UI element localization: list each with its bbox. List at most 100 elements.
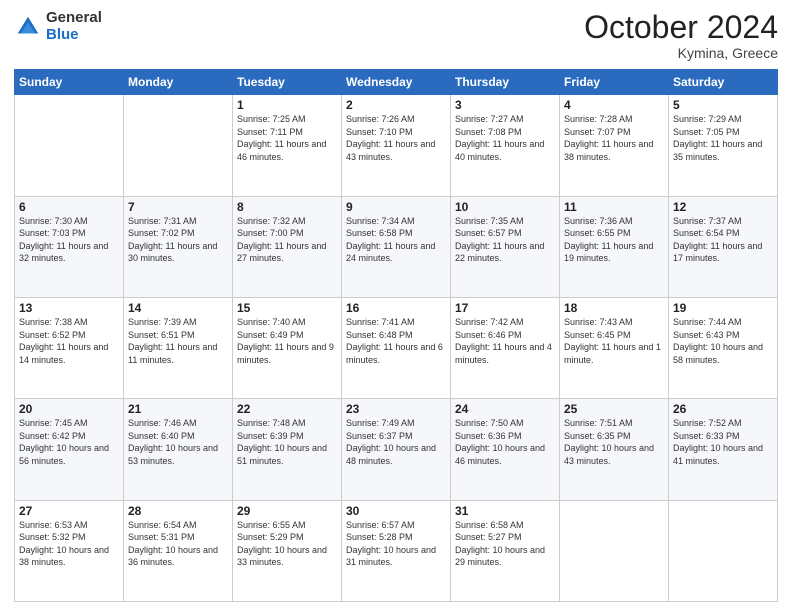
calendar-week-row: 6 Sunrise: 7:30 AM Sunset: 7:03 PM Daylig… [15, 196, 778, 297]
calendar-week-row: 20 Sunrise: 7:45 AM Sunset: 6:42 PM Dayli… [15, 399, 778, 500]
day-info: Sunrise: 7:27 AM Sunset: 7:08 PM Dayligh… [455, 114, 544, 162]
day-info: Sunrise: 7:32 AM Sunset: 7:00 PM Dayligh… [237, 216, 326, 264]
logo: General Blue [14, 10, 102, 43]
day-number: 4 [564, 98, 664, 112]
day-info: Sunrise: 7:30 AM Sunset: 7:03 PM Dayligh… [19, 216, 108, 264]
calendar-cell: 31 Sunrise: 6:58 AM Sunset: 5:27 PM Dayli… [451, 500, 560, 601]
day-number: 24 [455, 402, 555, 416]
page: General Blue October 2024 Kymina, Greece… [0, 0, 792, 612]
calendar-cell: 5Sunrise: 7:29 AM Sunset: 7:05 PM Daylig… [669, 95, 778, 196]
calendar-cell: 7 Sunrise: 7:31 AM Sunset: 7:02 PM Daylig… [124, 196, 233, 297]
calendar-cell: 21Sunrise: 7:46 AM Sunset: 6:40 PM Dayli… [124, 399, 233, 500]
calendar-day-header: Wednesday [342, 70, 451, 95]
day-info: Sunrise: 7:49 AM Sunset: 6:37 PM Dayligh… [346, 418, 436, 466]
day-number: 25 [564, 402, 664, 416]
calendar-cell: 28Sunrise: 6:54 AM Sunset: 5:31 PM Dayli… [124, 500, 233, 601]
calendar-cell: 19Sunrise: 7:44 AM Sunset: 6:43 PM Dayli… [669, 297, 778, 398]
day-number: 1 [237, 98, 337, 112]
calendar-cell: 23 Sunrise: 7:49 AM Sunset: 6:37 PM Dayli… [342, 399, 451, 500]
calendar-cell [124, 95, 233, 196]
day-info: Sunrise: 7:48 AM Sunset: 6:39 PM Dayligh… [237, 418, 327, 466]
calendar-cell: 15Sunrise: 7:40 AM Sunset: 6:49 PM Dayli… [233, 297, 342, 398]
day-number: 11 [564, 200, 664, 214]
day-number: 13 [19, 301, 119, 315]
calendar-cell: 9 Sunrise: 7:34 AM Sunset: 6:58 PM Daylig… [342, 196, 451, 297]
calendar-day-header: Saturday [669, 70, 778, 95]
day-number: 26 [673, 402, 773, 416]
calendar-cell: 1 Sunrise: 7:25 AM Sunset: 7:11 PM Daylig… [233, 95, 342, 196]
day-number: 15 [237, 301, 337, 315]
calendar-cell: 30Sunrise: 6:57 AM Sunset: 5:28 PM Dayli… [342, 500, 451, 601]
day-info: Sunrise: 7:52 AM Sunset: 6:33 PM Dayligh… [673, 418, 763, 466]
logo-icon [14, 13, 42, 41]
day-info: Sunrise: 7:41 AM Sunset: 6:48 PM Dayligh… [346, 317, 443, 365]
day-info: Sunrise: 7:28 AM Sunset: 7:07 PM Dayligh… [564, 114, 653, 162]
calendar-week-row: 27 Sunrise: 6:53 AM Sunset: 5:32 PM Dayli… [15, 500, 778, 601]
day-number: 10 [455, 200, 555, 214]
day-info: Sunrise: 6:57 AM Sunset: 5:28 PM Dayligh… [346, 520, 436, 568]
calendar-day-header: Tuesday [233, 70, 342, 95]
day-info: Sunrise: 6:53 AM Sunset: 5:32 PM Dayligh… [19, 520, 109, 568]
day-info: Sunrise: 7:25 AM Sunset: 7:11 PM Dayligh… [237, 114, 326, 162]
day-info: Sunrise: 7:34 AM Sunset: 6:58 PM Dayligh… [346, 216, 435, 264]
calendar-cell: 20 Sunrise: 7:45 AM Sunset: 6:42 PM Dayli… [15, 399, 124, 500]
calendar-cell: 4 Sunrise: 7:28 AM Sunset: 7:07 PM Daylig… [560, 95, 669, 196]
calendar-cell: 8 Sunrise: 7:32 AM Sunset: 7:00 PM Daylig… [233, 196, 342, 297]
calendar-cell: 12Sunrise: 7:37 AM Sunset: 6:54 PM Dayli… [669, 196, 778, 297]
calendar-cell: 11Sunrise: 7:36 AM Sunset: 6:55 PM Dayli… [560, 196, 669, 297]
day-number: 9 [346, 200, 446, 214]
day-number: 5 [673, 98, 773, 112]
calendar-cell: 25 Sunrise: 7:51 AM Sunset: 6:35 PM Dayli… [560, 399, 669, 500]
logo-text: General Blue [46, 10, 102, 43]
day-number: 16 [346, 301, 446, 315]
calendar-week-row: 13 Sunrise: 7:38 AM Sunset: 6:52 PM Dayli… [15, 297, 778, 398]
day-number: 6 [19, 200, 119, 214]
calendar-week-row: 1 Sunrise: 7:25 AM Sunset: 7:11 PM Daylig… [15, 95, 778, 196]
day-info: Sunrise: 7:31 AM Sunset: 7:02 PM Dayligh… [128, 216, 217, 264]
day-number: 12 [673, 200, 773, 214]
calendar-cell: 6 Sunrise: 7:30 AM Sunset: 7:03 PM Daylig… [15, 196, 124, 297]
logo-blue: Blue [46, 27, 102, 44]
day-number: 19 [673, 301, 773, 315]
calendar-cell: 24Sunrise: 7:50 AM Sunset: 6:36 PM Dayli… [451, 399, 560, 500]
day-info: Sunrise: 7:45 AM Sunset: 6:42 PM Dayligh… [19, 418, 109, 466]
day-number: 17 [455, 301, 555, 315]
calendar-cell: 13 Sunrise: 7:38 AM Sunset: 6:52 PM Dayli… [15, 297, 124, 398]
calendar-cell: 2Sunrise: 7:26 AM Sunset: 7:10 PM Daylig… [342, 95, 451, 196]
day-number: 29 [237, 504, 337, 518]
day-number: 7 [128, 200, 228, 214]
calendar-cell: 10 Sunrise: 7:35 AM Sunset: 6:57 PM Dayli… [451, 196, 560, 297]
logo-general: General [46, 10, 102, 27]
calendar-day-header: Monday [124, 70, 233, 95]
day-info: Sunrise: 7:39 AM Sunset: 6:51 PM Dayligh… [128, 317, 217, 365]
day-number: 27 [19, 504, 119, 518]
day-info: Sunrise: 7:43 AM Sunset: 6:45 PM Dayligh… [564, 317, 661, 365]
day-number: 3 [455, 98, 555, 112]
calendar-day-header: Sunday [15, 70, 124, 95]
day-info: Sunrise: 6:55 AM Sunset: 5:29 PM Dayligh… [237, 520, 327, 568]
day-number: 23 [346, 402, 446, 416]
calendar-cell [15, 95, 124, 196]
subtitle: Kymina, Greece [584, 45, 778, 61]
calendar-cell: 27 Sunrise: 6:53 AM Sunset: 5:32 PM Dayli… [15, 500, 124, 601]
calendar-cell: 14Sunrise: 7:39 AM Sunset: 6:51 PM Dayli… [124, 297, 233, 398]
day-info: Sunrise: 7:51 AM Sunset: 6:35 PM Dayligh… [564, 418, 654, 466]
calendar-cell: 26 Sunrise: 7:52 AM Sunset: 6:33 PM Dayli… [669, 399, 778, 500]
calendar-cell: 3 Sunrise: 7:27 AM Sunset: 7:08 PM Daylig… [451, 95, 560, 196]
day-number: 8 [237, 200, 337, 214]
day-info: Sunrise: 7:35 AM Sunset: 6:57 PM Dayligh… [455, 216, 544, 264]
month-title: October 2024 [584, 10, 778, 45]
day-number: 22 [237, 402, 337, 416]
day-number: 20 [19, 402, 119, 416]
calendar-cell [669, 500, 778, 601]
day-info: Sunrise: 7:42 AM Sunset: 6:46 PM Dayligh… [455, 317, 552, 365]
calendar-cell: 18Sunrise: 7:43 AM Sunset: 6:45 PM Dayli… [560, 297, 669, 398]
header: General Blue October 2024 Kymina, Greece [14, 10, 778, 61]
day-info: Sunrise: 7:38 AM Sunset: 6:52 PM Dayligh… [19, 317, 108, 365]
calendar-cell: 17 Sunrise: 7:42 AM Sunset: 6:46 PM Dayli… [451, 297, 560, 398]
calendar-cell: 29 Sunrise: 6:55 AM Sunset: 5:29 PM Dayli… [233, 500, 342, 601]
day-number: 31 [455, 504, 555, 518]
day-info: Sunrise: 6:58 AM Sunset: 5:27 PM Dayligh… [455, 520, 545, 568]
day-number: 21 [128, 402, 228, 416]
day-number: 28 [128, 504, 228, 518]
